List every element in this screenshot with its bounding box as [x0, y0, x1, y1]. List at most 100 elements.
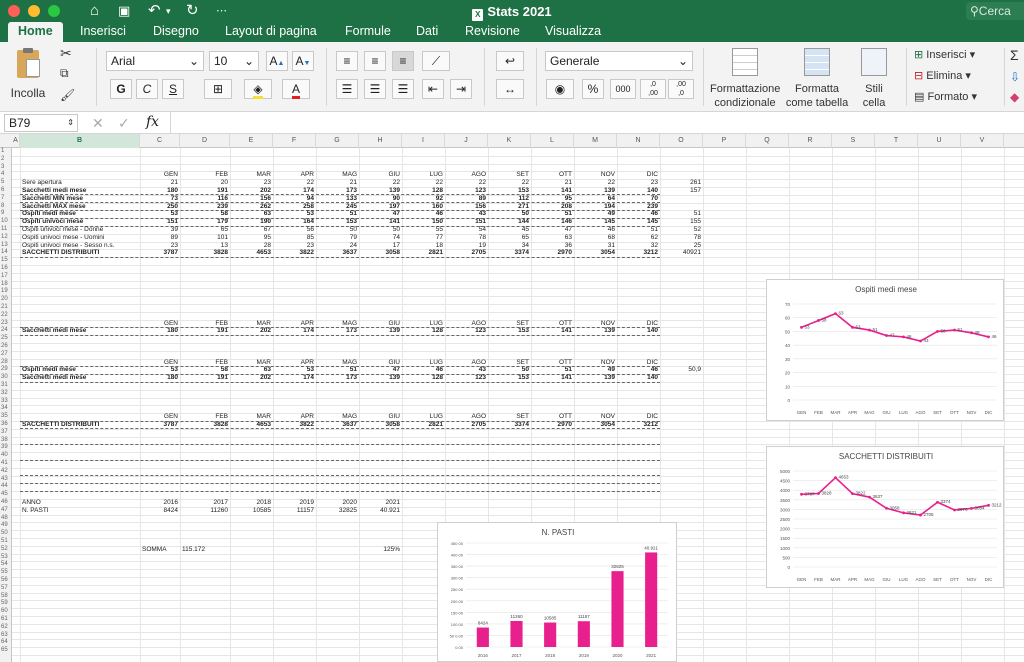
- increase-indent-icon[interactable]: ⇥: [450, 79, 472, 99]
- borders-icon[interactable]: ⊞: [204, 79, 232, 99]
- clear-icon[interactable]: ◆: [1010, 90, 1019, 104]
- column-header-a[interactable]: A: [12, 134, 20, 148]
- row-header[interactable]: 54: [0, 561, 12, 569]
- somma-label[interactable]: SOMMA: [142, 545, 178, 555]
- row-header[interactable]: 48: [0, 515, 12, 523]
- row-header[interactable]: 22: [0, 312, 12, 320]
- row-header[interactable]: 27: [0, 351, 12, 359]
- font-color-icon[interactable]: A: [282, 79, 310, 99]
- column-header-m[interactable]: M: [574, 134, 617, 148]
- row-header[interactable]: 5: [0, 179, 12, 187]
- row-header[interactable]: 6: [0, 187, 12, 195]
- format-cells-button[interactable]: ▤ Formato ▾: [914, 90, 977, 104]
- bold-button[interactable]: G: [110, 79, 132, 99]
- row-header[interactable]: 64: [0, 639, 12, 647]
- row-header[interactable]: 53: [0, 554, 12, 562]
- row-header[interactable]: 49: [0, 522, 12, 530]
- cut-icon[interactable]: ✂: [60, 46, 72, 60]
- row-header[interactable]: 47: [0, 507, 12, 515]
- row-header[interactable]: 17: [0, 273, 12, 281]
- row-header[interactable]: 51: [0, 538, 12, 546]
- row-header[interactable]: 36: [0, 421, 12, 429]
- row-header[interactable]: 12: [0, 234, 12, 242]
- row-header[interactable]: 40: [0, 452, 12, 460]
- conditional-formatting-button[interactable]: Formattazione condizionale: [710, 48, 780, 110]
- tab-revisione[interactable]: Revisione: [455, 22, 530, 42]
- name-box[interactable]: B79 ⇕: [4, 114, 78, 132]
- row-header[interactable]: 35: [0, 413, 12, 421]
- increase-font-button[interactable]: A▲: [266, 51, 288, 71]
- row-header[interactable]: 2: [0, 156, 12, 164]
- row-header[interactable]: 34: [0, 405, 12, 413]
- row-header[interactable]: 60: [0, 608, 12, 616]
- row-header[interactable]: 39: [0, 444, 12, 452]
- pasti-cell[interactable]: 11260: [182, 506, 228, 516]
- row-header[interactable]: 25: [0, 335, 12, 343]
- row-header[interactable]: 31: [0, 382, 12, 390]
- column-header-g[interactable]: G: [316, 134, 359, 148]
- column-header-t[interactable]: T: [875, 134, 918, 148]
- column-header-b[interactable]: B: [20, 134, 140, 148]
- copy-icon[interactable]: ⧉: [60, 66, 69, 80]
- number-format-select[interactable]: Generale ⌄: [545, 51, 693, 71]
- thousands-separator-button[interactable]: 000: [610, 79, 636, 99]
- column-header-q[interactable]: Q: [746, 134, 789, 148]
- column-header-r[interactable]: R: [789, 134, 832, 148]
- paste-button[interactable]: Incolla: [8, 48, 48, 108]
- column-header-p[interactable]: P: [703, 134, 746, 148]
- autosum-icon[interactable]: Σ: [1010, 48, 1019, 62]
- column-header-c[interactable]: C: [140, 134, 180, 148]
- row-header[interactable]: 41: [0, 460, 12, 468]
- fill-icon[interactable]: ⇩: [1010, 70, 1020, 84]
- row-header[interactable]: 33: [0, 398, 12, 406]
- row-header[interactable]: 23: [0, 320, 12, 328]
- row-header[interactable]: 62: [0, 624, 12, 632]
- orientation-icon[interactable]: ⟋: [422, 51, 450, 71]
- row-header[interactable]: 65: [0, 647, 12, 655]
- somma-percent[interactable]: 125%: [361, 545, 400, 555]
- row-header[interactable]: 61: [0, 616, 12, 624]
- column-header-v[interactable]: V: [961, 134, 1004, 148]
- align-left-icon[interactable]: ☰: [336, 79, 358, 99]
- row-header[interactable]: 30: [0, 374, 12, 382]
- row-header[interactable]: 20: [0, 296, 12, 304]
- cancel-icon[interactable]: ✕: [92, 115, 104, 132]
- align-middle-icon[interactable]: ≡: [364, 51, 386, 71]
- somma-value[interactable]: 115.172: [182, 545, 221, 555]
- row-header[interactable]: 52: [0, 546, 12, 554]
- pasti-cell[interactable]: 10585: [232, 506, 271, 516]
- pasti-cell[interactable]: 40.921: [361, 506, 400, 516]
- insert-cells-button[interactable]: ⊞ Inserisci ▾: [914, 48, 975, 62]
- row-header[interactable]: 58: [0, 593, 12, 601]
- tab-layout-di-pagina[interactable]: Layout di pagina: [215, 22, 327, 42]
- pasti-cell[interactable]: 8424: [142, 506, 178, 516]
- pasti-cell[interactable]: 11157: [275, 506, 314, 516]
- total-cell[interactable]: 157: [662, 186, 701, 196]
- row-header[interactable]: 59: [0, 600, 12, 608]
- column-header-u[interactable]: U: [918, 134, 961, 148]
- column-header-h[interactable]: H: [359, 134, 402, 148]
- insert-function-button[interactable]: fx: [146, 114, 159, 130]
- merge-cells-icon[interactable]: ↔: [496, 79, 524, 99]
- search-box[interactable]: ⚲Cerca: [966, 2, 1024, 20]
- italic-button[interactable]: C: [136, 79, 158, 99]
- row-header[interactable]: 28: [0, 359, 12, 367]
- font-size-select[interactable]: 10 ⌄: [209, 51, 259, 71]
- row-header[interactable]: 24: [0, 327, 12, 335]
- row-header[interactable]: 43: [0, 476, 12, 484]
- column-header-o[interactable]: O: [660, 134, 703, 148]
- chart-ospiti-medi-mese[interactable]: Ospiti medi mese 0 10 20 30 40 50 60 70 GEN FEB MAR…: [766, 279, 1004, 421]
- row-header[interactable]: 46: [0, 499, 12, 507]
- column-header-i[interactable]: I: [402, 134, 445, 148]
- spreadsheet-grid[interactable]: ABCDEFGHIJKLMNOPQRSTUV 1 2 3 4 5 6 7 8 9 10 11 12 13…: [0, 134, 1024, 662]
- pasti-label[interactable]: N. PASTI: [22, 506, 138, 516]
- column-header-d[interactable]: D: [180, 134, 230, 148]
- total-cell[interactable]: 40921: [662, 248, 701, 258]
- font-family-select[interactable]: Arial ⌄: [106, 51, 204, 71]
- tab-inserisci[interactable]: Inserisci: [70, 22, 136, 42]
- row-header[interactable]: 21: [0, 304, 12, 312]
- row-header[interactable]: 13: [0, 242, 12, 250]
- decrease-indent-icon[interactable]: ⇤: [422, 79, 444, 99]
- column-header-k[interactable]: K: [488, 134, 531, 148]
- column-header-l[interactable]: L: [531, 134, 574, 148]
